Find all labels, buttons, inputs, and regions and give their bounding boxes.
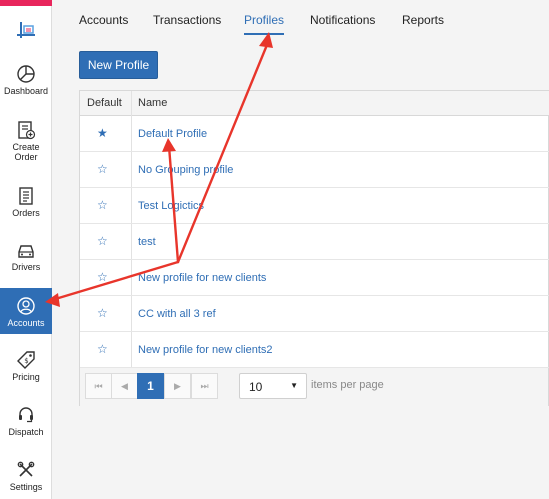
sidebar-item-label-line1: Create [12, 142, 40, 152]
car-icon [18, 245, 34, 258]
logo-icon[interactable] [14, 20, 38, 42]
column-header-name[interactable]: Name [138, 97, 167, 109]
table-row[interactable]: ☆ test [80, 224, 549, 260]
page-size-value: 10 [249, 380, 263, 394]
table-row[interactable]: ☆ New profile for new clients [80, 260, 549, 296]
column-header-default[interactable]: Default [87, 97, 122, 109]
table-row[interactable]: ☆ No Grouping profile [80, 152, 549, 188]
star-outline-icon[interactable]: ☆ [97, 198, 108, 212]
pie-chart-icon [17, 65, 35, 83]
profile-name-link[interactable]: New profile for new clients [138, 272, 266, 284]
sidebar-item-label: Dashboard [3, 86, 49, 96]
brand-bar [0, 0, 52, 6]
sidebar-item-orders[interactable]: Orders [0, 186, 52, 240]
sidebar-item-label: Dispatch [8, 427, 44, 437]
tab-accounts[interactable]: Accounts [79, 13, 128, 33]
star-outline-icon[interactable]: ☆ [97, 234, 108, 248]
star-outline-icon[interactable]: ☆ [97, 270, 108, 284]
create-order-icon [18, 121, 36, 140]
prev-page-button[interactable]: ◀ [111, 373, 138, 399]
tab-profiles[interactable]: Profiles [244, 13, 285, 35]
profile-name-link[interactable]: Test Logictics [138, 200, 204, 212]
clipboard-icon [19, 187, 33, 205]
pager: ⏮ ◀ 1 ▶ ⏭ 10 ▼ items per page [80, 368, 548, 406]
new-profile-button[interactable]: New Profile [79, 51, 158, 79]
tab-reports[interactable]: Reports [402, 13, 444, 33]
svg-text:$: $ [24, 357, 28, 365]
sidebar-item-dashboard[interactable]: Dashboard [0, 64, 52, 118]
grid-header: Default Name [80, 91, 549, 116]
star-outline-icon[interactable]: ☆ [97, 306, 108, 320]
wrench-icon [17, 461, 35, 477]
chevron-down-icon: ▼ [290, 381, 298, 390]
star-outline-icon[interactable]: ☆ [97, 342, 108, 356]
sidebar: Dashboard Create Order Orders Drivers Ac… [0, 0, 52, 499]
star-filled-icon[interactable]: ★ [97, 126, 108, 140]
table-row[interactable]: ☆ Test Logictics [80, 188, 549, 224]
profile-name-link[interactable]: No Grouping profile [138, 164, 233, 176]
page-size-select[interactable]: 10 ▼ [239, 373, 307, 399]
next-page-button[interactable]: ▶ [164, 373, 191, 399]
sidebar-item-label: Orders [12, 208, 40, 218]
sidebar-item-label: Accounts [7, 318, 45, 328]
sidebar-item-label: Settings [9, 482, 43, 492]
user-circle-icon [17, 297, 35, 315]
sidebar-item-label-line2: Order [14, 152, 38, 162]
tab-transactions[interactable]: Transactions [153, 13, 221, 33]
current-page-button[interactable]: 1 [137, 373, 164, 399]
profile-name-link[interactable]: CC with all 3 ref [138, 308, 216, 320]
profile-name-link[interactable]: New profile for new clients2 [138, 344, 273, 356]
sidebar-item-label: Pricing [12, 372, 40, 382]
tab-bar: Accounts Transactions Profiles Notificat… [52, 0, 549, 36]
headset-icon [19, 407, 33, 423]
tab-notifications[interactable]: Notifications [310, 13, 375, 33]
profile-name-link[interactable]: test [138, 236, 156, 248]
sidebar-item-dispatch[interactable]: Dispatch [0, 405, 52, 459]
last-page-button[interactable]: ⏭ [191, 373, 218, 399]
items-per-page-label: items per page [311, 379, 384, 391]
first-page-button[interactable]: ⏮ [85, 373, 112, 399]
sidebar-item-label: Drivers [11, 262, 41, 272]
profile-name-link[interactable]: Default Profile [138, 128, 207, 140]
sidebar-item-pricing[interactable]: $ Pricing [0, 350, 52, 404]
sidebar-item-settings[interactable]: Settings [0, 460, 52, 499]
table-row[interactable]: ☆ New profile for new clients2 [80, 332, 549, 368]
table-row[interactable]: ☆ CC with all 3 ref [80, 296, 549, 332]
price-tag-icon: $ [17, 351, 35, 369]
sidebar-item-create-order[interactable]: Create Order [0, 120, 52, 174]
sidebar-item-accounts[interactable]: Accounts [0, 288, 52, 334]
profiles-grid: Default Name ★ Default Profile ☆ No Grou… [79, 90, 549, 406]
star-outline-icon[interactable]: ☆ [97, 162, 108, 176]
table-row[interactable]: ★ Default Profile [80, 116, 549, 152]
